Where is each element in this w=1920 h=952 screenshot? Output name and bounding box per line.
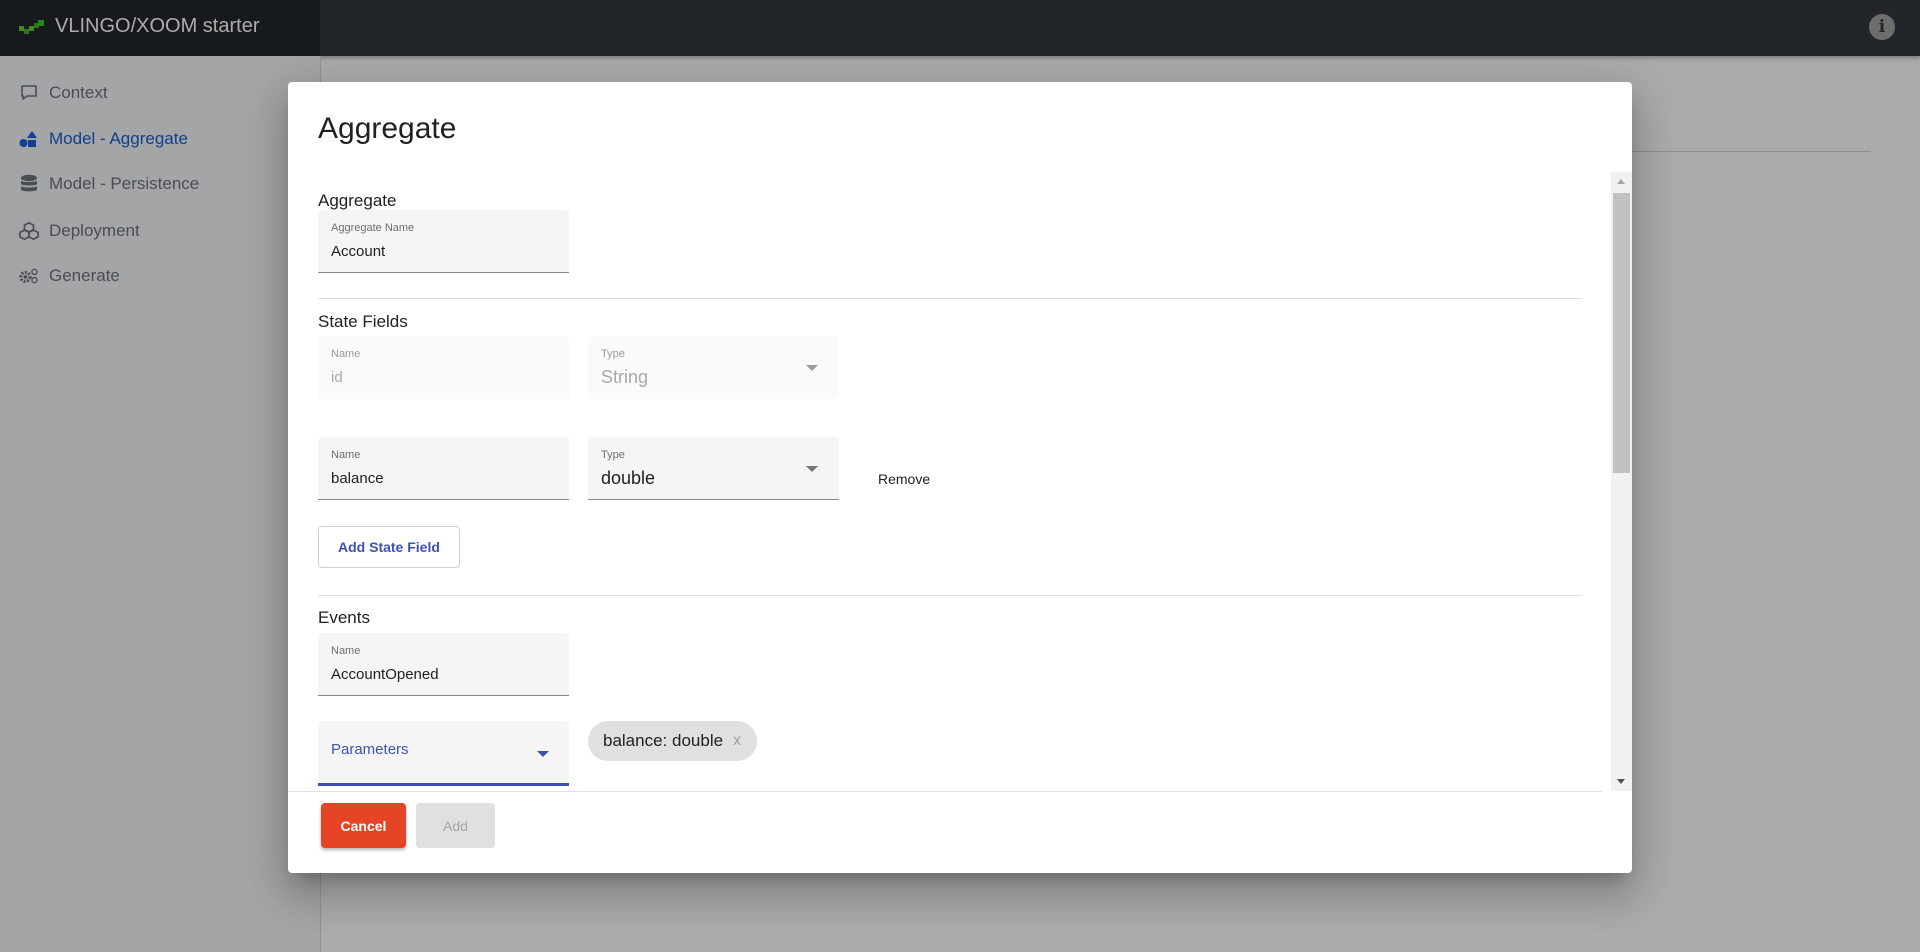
add-state-field-button[interactable]: Add State Field xyxy=(318,526,460,568)
field-label: Type xyxy=(601,449,625,461)
field-value: id xyxy=(331,369,343,386)
field-label: Aggregate Name xyxy=(331,222,415,234)
section-divider xyxy=(318,298,1582,299)
add-button[interactable]: Add xyxy=(416,803,495,848)
chip-label: balance: double xyxy=(603,731,724,750)
event-parameters-select[interactable]: Parameters xyxy=(318,721,569,786)
aggregate-dialog: Aggregate Aggregate Aggregate Name Accou… xyxy=(288,82,1632,873)
state-field-type-balance[interactable]: Type double xyxy=(588,437,839,500)
dialog-content: Aggregate Aggregate Name Account State F… xyxy=(288,172,1632,791)
field-value: double xyxy=(601,468,656,488)
field-value: String xyxy=(601,367,649,387)
field-value: balance xyxy=(331,470,384,487)
state-field-name-balance[interactable]: Name balance xyxy=(318,437,569,500)
parameter-chip: balance: double x xyxy=(588,721,758,761)
event-name-field[interactable]: Name AccountOpened xyxy=(318,633,569,696)
state-field-type-id: Type String xyxy=(588,336,839,399)
aggregate-name-field[interactable]: Aggregate Name Account xyxy=(318,210,569,273)
scrollbar-thumb[interactable] xyxy=(1613,193,1630,473)
section-divider xyxy=(318,595,1582,596)
scroll-down-icon[interactable] xyxy=(1617,779,1625,784)
field-label: Name xyxy=(331,348,361,360)
dropdown-caret-icon xyxy=(806,365,818,371)
dialog-scrollbar[interactable] xyxy=(1611,172,1632,791)
dropdown-caret-icon xyxy=(537,751,549,757)
footer-divider xyxy=(288,791,1602,792)
section-label-state-fields: State Fields xyxy=(318,312,408,331)
field-label: Name xyxy=(331,645,361,657)
cancel-button[interactable]: Cancel xyxy=(321,803,406,848)
field-label: Type xyxy=(601,348,625,360)
section-label-aggregate: Aggregate xyxy=(318,191,397,210)
section-label-events: Events xyxy=(318,608,370,627)
scroll-up-icon[interactable] xyxy=(1617,179,1625,184)
field-label: Name xyxy=(331,449,361,461)
remove-state-field-button[interactable]: Remove xyxy=(878,471,930,487)
field-value: AccountOpened xyxy=(331,666,439,683)
field-label: Parameters xyxy=(331,741,409,758)
dialog-title: Aggregate xyxy=(318,112,457,145)
state-field-name-id: Name id xyxy=(318,336,569,399)
field-value: Account xyxy=(331,243,386,260)
dropdown-caret-icon xyxy=(806,466,818,472)
chip-remove-icon[interactable]: x xyxy=(733,732,741,750)
